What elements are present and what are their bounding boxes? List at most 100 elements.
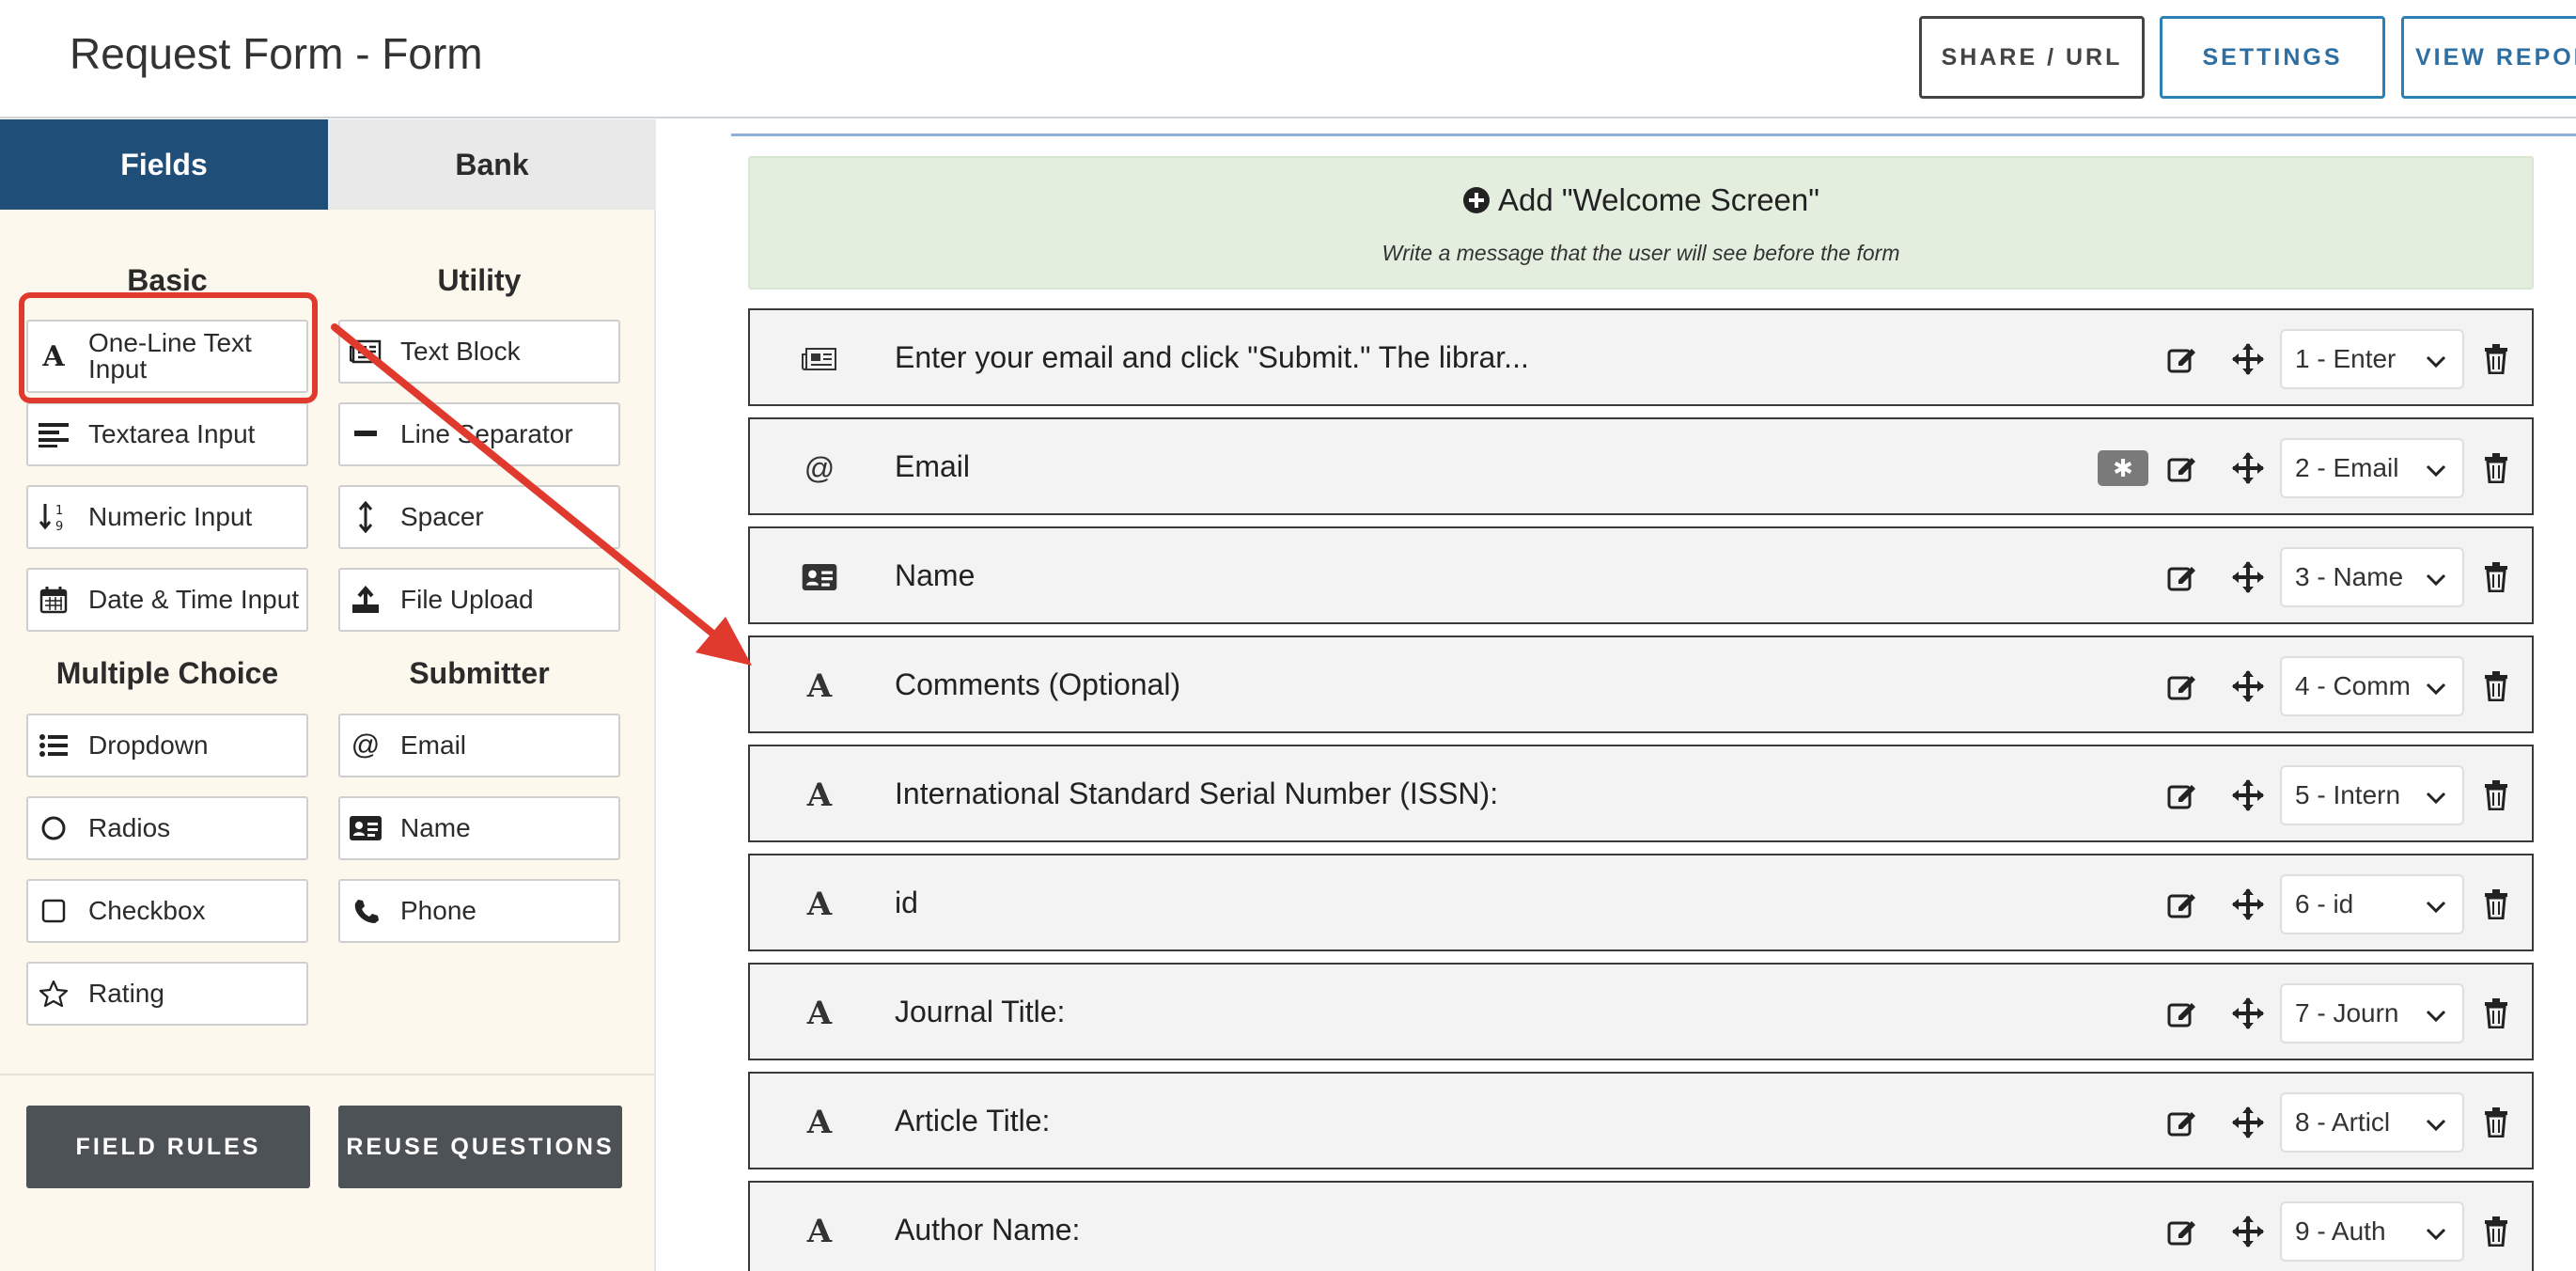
sidebar-divider (0, 1074, 654, 1075)
field-order-select[interactable]: 4 - Comm (2280, 656, 2464, 716)
field-order-select[interactable]: 5 - Intern (2280, 765, 2464, 825)
palette-textarea-input[interactable]: Textarea Input (26, 402, 308, 466)
edit-icon[interactable] (2163, 1213, 2201, 1250)
field-order-select[interactable]: 7 - Journ (2280, 983, 2464, 1043)
trash-icon[interactable] (2477, 777, 2515, 814)
align-left-icon (38, 418, 70, 450)
edit-icon[interactable] (2163, 340, 2201, 378)
move-icon[interactable] (2227, 1211, 2269, 1252)
form-field-row[interactable]: A Author Name: 9 - Auth (748, 1181, 2534, 1271)
field-label: International Standard Serial Number (IS… (895, 777, 1499, 810)
trash-icon[interactable] (2477, 886, 2515, 923)
field-order-select[interactable]: 3 - Name (2280, 547, 2464, 607)
trash-icon[interactable] (2477, 558, 2515, 596)
field-label: Name (895, 558, 976, 592)
palette-radios[interactable]: Radios (26, 796, 308, 860)
app-window: Request Form - Form SHARE / URL SETTINGS… (0, 0, 2576, 1271)
palette-text-block[interactable]: Text Block (338, 320, 620, 384)
form-field-row[interactable]: A Comments (Optional) 4 - Comm (748, 636, 2534, 733)
trash-icon[interactable] (2477, 1213, 2515, 1250)
move-icon[interactable] (2227, 666, 2269, 707)
view-report-button[interactable]: VIEW REPOR (2401, 16, 2576, 99)
minus-icon (350, 418, 382, 450)
section-heading-multiple-choice: Multiple Choice (55, 656, 279, 690)
palette-line-separator[interactable]: Line Separator (338, 402, 620, 466)
field-order-value: 9 - Auth (2295, 1216, 2386, 1246)
palette-item-label: Radios (88, 813, 171, 842)
form-field-row[interactable]: Name 3 - Name (748, 526, 2534, 624)
letter-a-icon: A (806, 995, 833, 1032)
at-icon: @ (351, 730, 381, 761)
trash-icon[interactable] (2477, 340, 2515, 378)
palette-item-label: Checkbox (88, 896, 206, 925)
trash-icon[interactable] (2477, 1104, 2515, 1141)
edit-icon[interactable] (2163, 1104, 2201, 1141)
move-icon[interactable] (2227, 993, 2269, 1034)
field-order-value: 4 - Comm (2295, 671, 2411, 700)
palette-spacer[interactable]: Spacer (338, 485, 620, 549)
edit-icon[interactable] (2163, 558, 2201, 596)
palette-item-label: Rating (88, 979, 164, 1008)
form-field-row[interactable]: Enter your email and click "Submit." The… (748, 308, 2534, 406)
edit-icon[interactable] (2163, 995, 2201, 1032)
palette-item-label: Line Separator (400, 419, 573, 448)
move-icon[interactable] (2227, 557, 2269, 598)
chevron-down-icon (2426, 1228, 2446, 1241)
palette-dropdown[interactable]: Dropdown (26, 714, 308, 777)
edit-icon[interactable] (2163, 777, 2201, 814)
move-icon[interactable] (2227, 884, 2269, 925)
field-order-value: 6 - id (2295, 889, 2354, 918)
phone-icon (350, 895, 382, 927)
palette-item-label: Numeric Input (88, 502, 253, 531)
palette-rating[interactable]: Rating (26, 962, 308, 1026)
edit-icon[interactable] (2163, 886, 2201, 923)
highlight-box-one-line-text-input (19, 292, 318, 403)
form-field-row[interactable]: A Journal Title: 7 - Journ (748, 963, 2534, 1060)
palette-date-time-input[interactable]: Date & Time Input (26, 568, 308, 632)
form-field-row[interactable]: A id 6 - id (748, 854, 2534, 951)
field-order-value: 2 - Email (2295, 453, 2399, 482)
letter-a-icon: A (806, 667, 833, 705)
field-order-select[interactable]: 9 - Auth (2280, 1201, 2464, 1262)
field-order-value: 8 - Articl (2295, 1107, 2391, 1137)
section-heading-submitter: Submitter (409, 656, 550, 690)
field-order-value: 5 - Intern (2295, 780, 2401, 809)
field-order-select[interactable]: 2 - Email (2280, 438, 2464, 498)
circle-icon (38, 812, 70, 844)
share-url-button[interactable]: SHARE / URL (1919, 16, 2145, 99)
required-badge[interactable]: ✱ (2098, 450, 2148, 486)
add-welcome-screen-button[interactable]: Add "Welcome Screen" Write a message tha… (748, 156, 2534, 290)
palette-item-label: Text Block (400, 337, 521, 366)
star-icon (38, 978, 70, 1010)
move-icon[interactable] (2227, 338, 2269, 380)
move-icon[interactable] (2227, 775, 2269, 816)
field-order-select[interactable]: 8 - Articl (2280, 1092, 2464, 1153)
form-field-row[interactable]: A Article Title: 8 - Articl (748, 1072, 2534, 1169)
form-field-row[interactable]: @ Email ✱ 2 - Email (748, 417, 2534, 515)
move-icon[interactable] (2227, 447, 2269, 489)
trash-icon[interactable] (2477, 667, 2515, 705)
welcome-title: Add "Welcome Screen" (1498, 182, 1819, 217)
form-field-row[interactable]: A International Standard Serial Number (… (748, 745, 2534, 842)
field-order-select[interactable]: 1 - Enter (2280, 329, 2464, 389)
reuse-questions-button[interactable]: REUSE QUESTIONS (338, 1106, 622, 1188)
trash-icon[interactable] (2477, 995, 2515, 1032)
move-icon[interactable] (2227, 1102, 2269, 1143)
tab-bank[interactable]: Bank (328, 119, 656, 210)
palette-numeric-input[interactable]: 19 Numeric Input (26, 485, 308, 549)
field-label: Journal Title: (895, 995, 1066, 1028)
field-rules-button[interactable]: FIELD RULES (26, 1106, 310, 1188)
palette-email[interactable]: @ Email (338, 714, 620, 777)
palette-checkbox[interactable]: Checkbox (26, 879, 308, 943)
settings-button[interactable]: SETTINGS (2160, 16, 2385, 99)
palette-name[interactable]: Name (338, 796, 620, 860)
palette-file-upload[interactable]: File Upload (338, 568, 620, 632)
trash-icon[interactable] (2477, 449, 2515, 487)
tab-fields[interactable]: Fields (0, 119, 328, 210)
calendar-icon (38, 584, 70, 616)
field-order-select[interactable]: 6 - id (2280, 874, 2464, 934)
edit-icon[interactable] (2163, 667, 2201, 705)
edit-icon[interactable] (2163, 449, 2201, 487)
field-label: Email (895, 449, 971, 483)
palette-phone[interactable]: Phone (338, 879, 620, 943)
